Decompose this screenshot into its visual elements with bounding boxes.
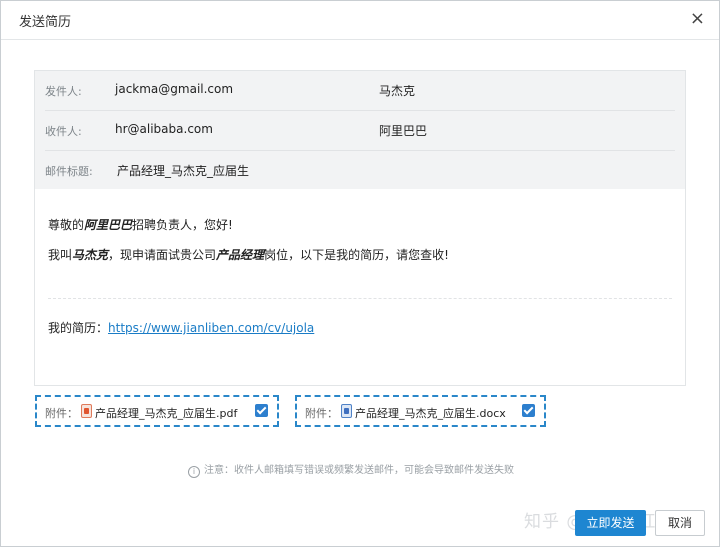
note-text: 注意：收件人邮箱填写错误或频繁发送邮件，可能会导致邮件发送失败 (204, 465, 514, 476)
send-now-button[interactable]: 立即发送 (575, 510, 646, 536)
recipient-email[interactable]: hr@alibaba.com (115, 122, 213, 136)
attachment-docx: 附件： 产品经理_马杰克_应届生.docx (295, 395, 546, 427)
send-warning-note: i 注意：收件人邮箱填写错误或频繁发送邮件，可能会导致邮件发送失败 (188, 461, 514, 478)
sender-row: 发件人: jackma@gmail.com 马杰克 (45, 71, 675, 111)
recipient-name[interactable]: 阿里巴巴 (379, 122, 427, 139)
subject-label: 邮件标题: (45, 165, 93, 178)
recipient-row: 收件人: hr@alibaba.com 阿里巴巴 (45, 111, 675, 151)
close-icon[interactable]: × (690, 9, 705, 29)
intro-suffix: 岗位，以下是我的简历，请您查收! (264, 248, 449, 262)
word-file-icon (341, 404, 352, 418)
intro-middle: ，现申请面试贵公司 (108, 248, 217, 262)
dialog-title: 发送简历 (19, 15, 72, 30)
resume-line: 我的简历：https://www.jianliben.com/cv/ujola (48, 319, 314, 336)
greeting-suffix: 招聘负责人，您好! (132, 218, 233, 232)
body-divider (48, 298, 672, 299)
attachment-pdf: 附件： 产品经理_马杰克_应届生.pdf (35, 395, 279, 427)
greeting-text: 尊敬的 (48, 218, 85, 232)
intro-name: 马杰克 (72, 248, 109, 262)
intro-position: 产品经理 (216, 248, 265, 262)
email-header: 发件人: jackma@gmail.com 马杰克 收件人: hr@alibab… (35, 71, 685, 189)
info-icon: i (188, 466, 200, 478)
intro-text: 我叫 (48, 248, 73, 262)
greeting-line: 尊敬的阿里巴巴招聘负责人，您好! (48, 216, 233, 233)
subject-field[interactable]: 产品经理_马杰克_应届生 (117, 162, 249, 179)
intro-line: 我叫马杰克，现申请面试贵公司产品经理岗位，以下是我的简历，请您查收! (48, 246, 449, 263)
attachment-docx-checkbox[interactable] (522, 404, 535, 417)
cancel-button[interactable]: 取消 (655, 510, 705, 536)
greeting-company: 阿里巴巴 (84, 218, 133, 232)
recipient-label: 收件人: (45, 125, 82, 138)
sender-email[interactable]: jackma@gmail.com (115, 82, 233, 96)
attachment-label: 附件： (45, 407, 78, 420)
dialog-titlebar: 发送简历 × (1, 1, 719, 40)
attachment-filename: 产品经理_马杰克_应届生.docx (355, 407, 506, 420)
sender-label: 发件人: (45, 85, 82, 98)
pdf-file-icon (81, 404, 92, 418)
attachment-pdf-checkbox[interactable] (255, 404, 268, 417)
resume-link[interactable]: https://www.jianliben.com/cv/ujola (108, 321, 314, 335)
attachment-label: 附件： (305, 407, 338, 420)
subject-row: 邮件标题: 产品经理_马杰克_应届生 (45, 151, 675, 190)
sender-name[interactable]: 马杰克 (379, 82, 415, 99)
attachment-filename: 产品经理_马杰克_应届生.pdf (95, 407, 238, 420)
resume-label: 我的简历： (48, 321, 109, 335)
email-form: 发件人: jackma@gmail.com 马杰克 收件人: hr@alibab… (34, 70, 686, 386)
send-resume-dialog: 发送简历 × 发件人: jackma@gmail.com 马杰克 收件人: hr… (0, 0, 720, 547)
